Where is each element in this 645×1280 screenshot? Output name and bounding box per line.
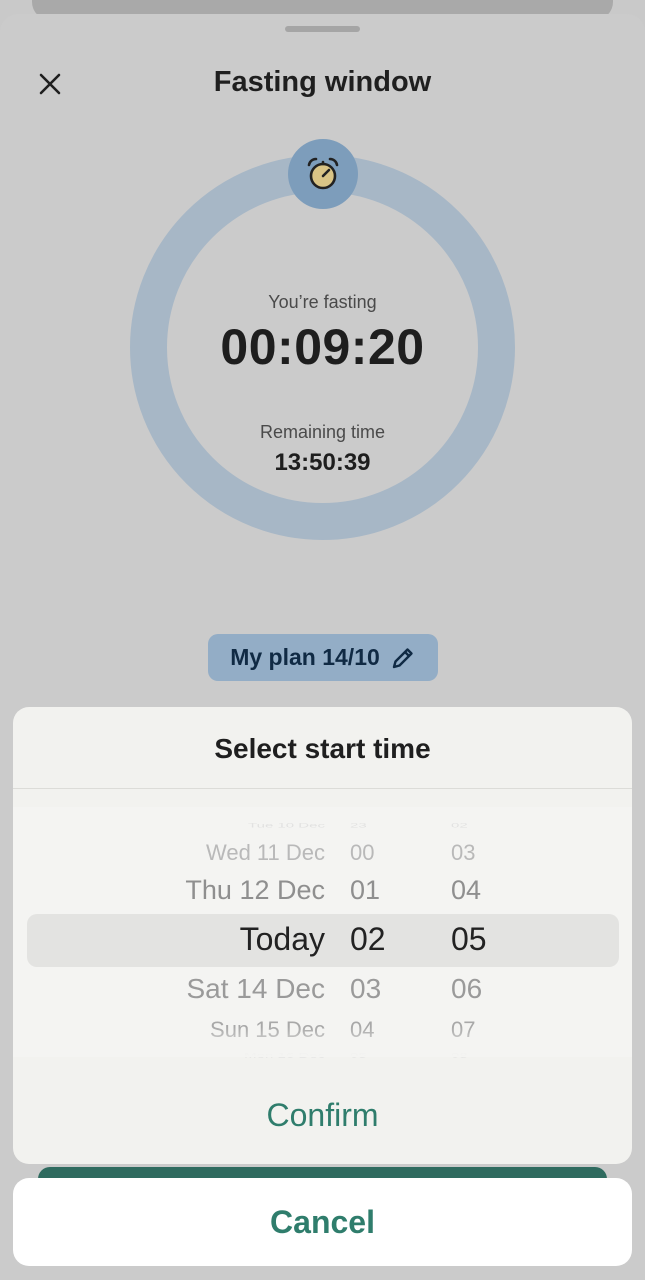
hour-option[interactable]: 01 [338,875,428,906]
page-title: Fasting window [213,66,432,98]
hour-option[interactable]: 05 [338,1052,428,1060]
minute-option-selected[interactable]: 05 [433,921,533,958]
day-option[interactable]: Wed 11 Dec [206,840,325,866]
cancel-label: Cancel [270,1203,375,1240]
elapsed-time: 00:09:20 [220,319,425,375]
start-time-picker: Select start time Tue 10 Dec Wed 11 Dec … [13,707,632,1164]
hour-option[interactable]: 00 [338,840,428,866]
alarm-badge [288,139,358,209]
minute-wheel[interactable]: 02 03 04 05 06 07 08 [433,807,533,1060]
plan-chip[interactable]: My plan 14/10 [208,634,438,681]
day-option[interactable]: Thu 12 Dec [185,875,325,906]
confirm-button[interactable]: Confirm [13,1097,632,1134]
minute-option[interactable]: 02 [433,822,533,830]
minute-option[interactable]: 06 [433,973,533,1005]
day-option[interactable]: Tue 10 Dec [248,822,325,830]
hour-option[interactable]: 04 [338,1017,428,1043]
day-option[interactable]: Sun 15 Dec [210,1017,325,1043]
day-option-selected[interactable]: Today [240,921,325,958]
date-time-wheel[interactable]: Tue 10 Dec Wed 11 Dec Thu 12 Dec Today S… [13,807,632,1060]
picker-title: Select start time [214,733,431,764]
sheet-grabber[interactable] [285,26,360,32]
plan-label: My plan 14/10 [230,644,380,670]
hour-option[interactable]: 03 [338,973,428,1005]
minute-option[interactable]: 08 [433,1052,533,1060]
picker-divider [13,788,632,789]
hour-option[interactable]: 23 [338,822,428,830]
hour-wheel[interactable]: 23 00 01 02 03 04 05 [338,807,428,1060]
minute-option[interactable]: 07 [433,1017,533,1043]
remaining-time: 13:50:39 [274,449,371,476]
hour-option-selected[interactable]: 02 [338,921,428,958]
minute-option[interactable]: 03 [433,840,533,866]
minute-option[interactable]: 04 [433,875,533,906]
day-option[interactable]: Mon 16 Dec [244,1052,325,1060]
day-option[interactable]: Sat 14 Dec [186,973,325,1005]
cancel-button[interactable]: Cancel [13,1178,632,1266]
fasting-status-label: You’re fasting [268,292,377,312]
pencil-icon [392,647,413,668]
day-wheel[interactable]: Tue 10 Dec Wed 11 Dec Thu 12 Dec Today S… [13,807,325,1060]
remaining-time-label: Remaining time [259,422,386,442]
alarm-clock-icon [307,157,339,190]
